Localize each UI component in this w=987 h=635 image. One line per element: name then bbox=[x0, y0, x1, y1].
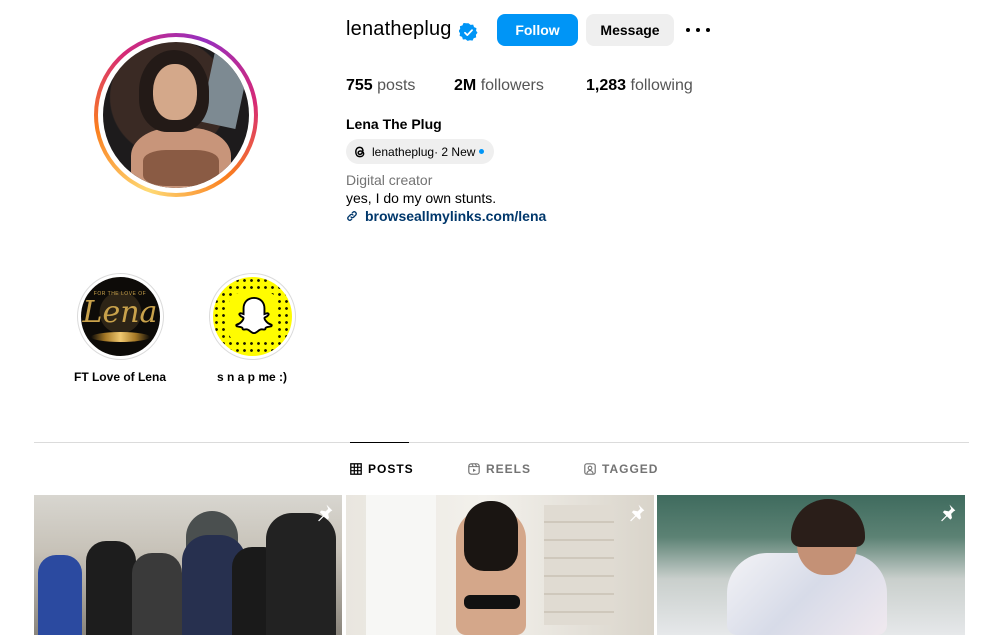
profile-category: Digital creator bbox=[346, 172, 433, 188]
more-options-icon[interactable] bbox=[686, 26, 710, 34]
threads-new-dot bbox=[479, 149, 485, 154]
link-icon bbox=[347, 211, 357, 221]
followers-count: 2M bbox=[454, 77, 477, 94]
pinned-icon bbox=[318, 504, 333, 522]
highlight-label: FT Love of Lena bbox=[73, 370, 166, 384]
follow-button[interactable]: Follow bbox=[497, 14, 578, 46]
profile-link-text: browseallmylinks.com/lena bbox=[365, 208, 547, 224]
following-stat[interactable]: 1,283 following bbox=[586, 77, 693, 95]
followers-label: followers bbox=[480, 77, 544, 94]
reels-icon bbox=[468, 463, 480, 475]
post-tile[interactable] bbox=[34, 495, 342, 635]
profile-link[interactable]: browseallmylinks.com/lena bbox=[346, 208, 546, 224]
threads-badge[interactable]: lenatheplug · 2 New bbox=[346, 139, 495, 164]
posts-label: posts bbox=[377, 77, 416, 94]
tab-tagged[interactable]: TAGGED bbox=[584, 462, 658, 476]
active-tab-indicator bbox=[350, 442, 409, 443]
highlight-label: s n a p me :) bbox=[216, 370, 287, 384]
followers-stat[interactable]: 2M followers bbox=[454, 77, 544, 95]
highlight-snap-me[interactable]: s n a p me :) bbox=[192, 273, 312, 384]
profile-full-name: Lena The Plug bbox=[346, 116, 442, 132]
verified-badge-icon bbox=[459, 23, 478, 41]
post-tile[interactable] bbox=[657, 495, 965, 635]
avatar-image bbox=[103, 42, 249, 188]
threads-handle: lenatheplug bbox=[372, 144, 435, 159]
tab-posts[interactable]: POSTS bbox=[350, 462, 414, 476]
posts-count: 755 bbox=[346, 77, 373, 94]
message-button[interactable]: Message bbox=[586, 14, 674, 46]
highlight-cover-text: Lena bbox=[82, 295, 158, 330]
tab-reels-label: REELS bbox=[486, 462, 532, 476]
tab-posts-label: POSTS bbox=[368, 462, 414, 476]
threads-new-count: · 2 New bbox=[434, 144, 476, 159]
tab-tagged-label: TAGGED bbox=[602, 462, 659, 476]
profile-bio: yes, I do my own stunts. bbox=[346, 190, 497, 206]
highlight-cover-lena: FOR THE LOVE OF Lena bbox=[80, 277, 160, 356]
tab-reels[interactable]: REELS bbox=[468, 462, 531, 476]
tagged-icon bbox=[584, 463, 596, 475]
highlight-ft-love-of-lena[interactable]: FOR THE LOVE OF Lena FT Love of Lena bbox=[60, 273, 180, 384]
profile-avatar[interactable] bbox=[94, 33, 258, 197]
posts-stat: 755 posts bbox=[346, 77, 415, 95]
pinned-icon bbox=[941, 504, 956, 522]
post-tile[interactable] bbox=[346, 495, 654, 635]
following-label: following bbox=[630, 77, 693, 94]
grid-icon bbox=[350, 463, 362, 475]
pinned-icon bbox=[630, 504, 645, 522]
profile-username: lenatheplug bbox=[346, 18, 452, 40]
following-count: 1,283 bbox=[586, 77, 627, 94]
highlight-cover-snapcode bbox=[212, 277, 292, 356]
threads-icon bbox=[355, 146, 365, 157]
snapchat-ghost-icon bbox=[234, 296, 273, 335]
tabs-divider bbox=[34, 442, 969, 443]
